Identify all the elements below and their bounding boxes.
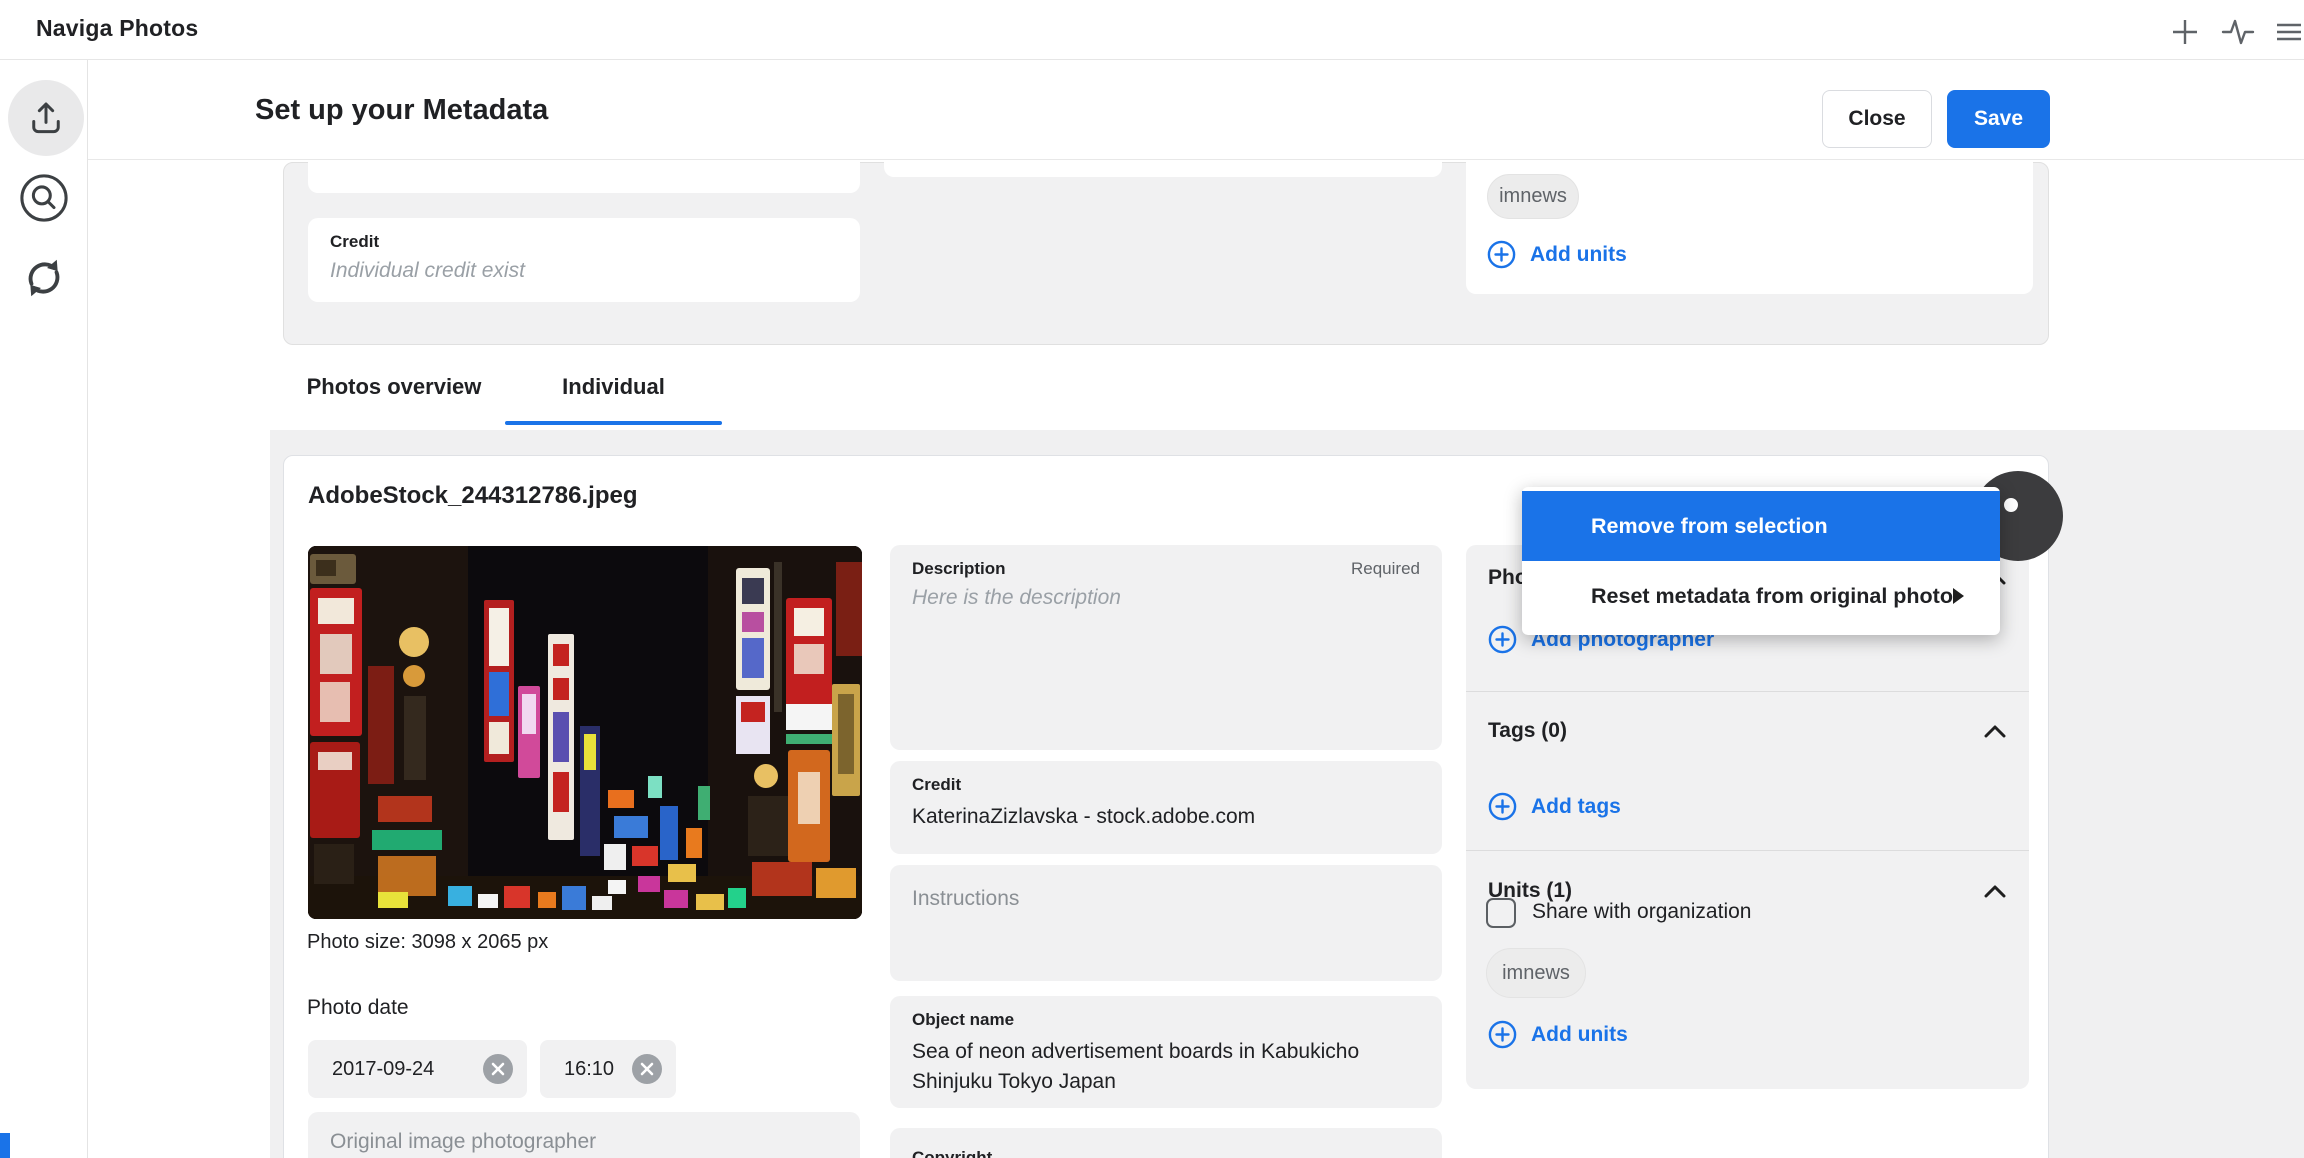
unit-chip: imnews (1487, 174, 1579, 219)
header-divider (88, 159, 2304, 160)
photo-filename: AdobeStock_244312786.jpeg (308, 482, 638, 510)
add-circle-icon (1487, 240, 1516, 269)
tab-photos-overview[interactable]: Photos overview (283, 352, 505, 422)
kebab-dot (2004, 498, 2018, 512)
photo-date-value: 2017-09-24 (332, 1058, 434, 1081)
object-name-field[interactable]: Object name Sea of neon advertisement bo… (890, 996, 1442, 1108)
description-label: Description (912, 559, 1006, 579)
copyright-label: Copyright (912, 1148, 1420, 1158)
original-photographer-placeholder: Original image photographer (330, 1130, 838, 1154)
search-icon (18, 172, 70, 224)
share-with-organization-checkbox[interactable] (1486, 898, 1516, 928)
batch-field-cut-2[interactable] (884, 162, 1442, 177)
sidebar-item-upload[interactable] (8, 80, 84, 156)
credit-label: Credit (912, 775, 1420, 795)
add-circle-icon (1488, 792, 1517, 821)
photo-date-label: Photo date (307, 996, 409, 1020)
instructions-field[interactable]: Instructions (890, 865, 1442, 981)
sidebar-item-search[interactable] (18, 172, 70, 224)
menu-item-reset-metadata[interactable]: Reset metadata from original photo (1522, 561, 2000, 631)
unit-chip: imnews (1486, 948, 1586, 998)
photo-thumbnail (308, 546, 862, 919)
add-tags-button[interactable]: Add tags (1488, 792, 1621, 821)
add-units-label: Add units (1530, 243, 1627, 267)
original-photographer-field[interactable]: Original image photographer (308, 1112, 860, 1158)
credit-value: KaterinaZizlavska - stock.adobe.com (912, 802, 1420, 832)
add-circle-icon (1488, 1020, 1517, 1049)
page-title: Set up your Metadata (255, 94, 548, 127)
app-title: Naviga Photos (36, 15, 198, 42)
bottom-left-accent (0, 1133, 10, 1158)
chevron-up-icon[interactable] (1984, 725, 2006, 738)
panel-divider (1466, 850, 2029, 851)
add-units-label: Add units (1531, 1023, 1628, 1047)
add-units-button[interactable]: Add units (1488, 1020, 1628, 1049)
save-button[interactable]: Save (1947, 90, 2050, 148)
batch-field-cut[interactable] (308, 162, 860, 193)
batch-credit-field[interactable]: Credit Individual credit exist (308, 218, 860, 302)
activity-icon[interactable] (2220, 14, 2256, 50)
required-badge: Required (1351, 559, 1420, 579)
copyright-field[interactable]: Copyright (890, 1128, 1442, 1158)
active-tab-indicator (505, 421, 722, 425)
close-button[interactable]: Close (1822, 90, 1932, 148)
add-units-button[interactable]: Add units (1487, 240, 1627, 269)
share-with-organization-label: Share with organization (1532, 900, 1751, 924)
photo-time-input[interactable]: 16:10 (540, 1040, 676, 1098)
menu-item-reset-label: Reset metadata from original photo (1591, 584, 1953, 609)
photo-date-input[interactable]: 2017-09-24 (308, 1040, 527, 1098)
photo-size-text: Photo size: 3098 x 2065 px (307, 931, 548, 954)
sync-icon (18, 252, 70, 304)
photo-time-value: 16:10 (564, 1058, 614, 1081)
clear-date-icon[interactable] (483, 1054, 513, 1084)
plus-icon[interactable] (2167, 14, 2203, 50)
chevron-up-icon[interactable] (1984, 885, 2006, 898)
object-name-label: Object name (912, 1010, 1420, 1030)
add-circle-icon (1488, 625, 1517, 654)
description-field[interactable]: Description Required Here is the descrip… (890, 545, 1442, 750)
sidebar-item-sync[interactable] (18, 252, 70, 304)
tab-individual[interactable]: Individual (505, 352, 722, 422)
left-sidebar (0, 60, 88, 1158)
instructions-placeholder: Instructions (912, 887, 1420, 911)
menu-icon[interactable] (2271, 14, 2304, 50)
top-bar (0, 0, 2304, 60)
menu-item-remove-from-selection[interactable]: Remove from selection (1522, 491, 2000, 561)
submenu-arrow-icon (1953, 588, 1964, 604)
object-name-value: Sea of neon advertisement boards in Kabu… (912, 1037, 1420, 1097)
context-menu: Remove from selection Reset metadata fro… (1522, 487, 2000, 635)
panel-divider (1466, 691, 2029, 692)
batch-credit-label: Credit (330, 232, 838, 252)
clear-time-icon[interactable] (632, 1054, 662, 1084)
tags-heading: Tags (0) (1488, 719, 1567, 743)
add-tags-label: Add tags (1531, 795, 1621, 819)
batch-credit-placeholder: Individual credit exist (330, 259, 838, 283)
description-placeholder: Here is the description (912, 586, 1420, 610)
upload-icon (20, 92, 72, 144)
credit-field[interactable]: Credit KaterinaZizlavska - stock.adobe.c… (890, 761, 1442, 854)
